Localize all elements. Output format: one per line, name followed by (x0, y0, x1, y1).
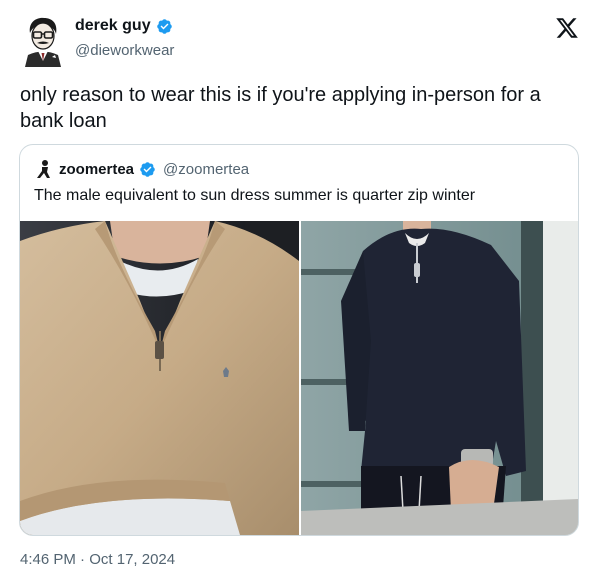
quoted-tweet[interactable]: zoomertea @zoomertea The male equivalent… (19, 144, 579, 536)
quoted-text: The male equivalent to sun dress summer … (34, 187, 476, 204)
quoted-handle[interactable]: @zoomertea (163, 161, 249, 178)
author-display-name[interactable]: derek guy (75, 17, 151, 35)
timestamp-separator: · (75, 551, 90, 568)
author-handle[interactable]: @dieworkwear (75, 42, 174, 59)
author-avatar[interactable] (22, 15, 64, 67)
quoted-media (20, 221, 578, 535)
avatar-portrait-icon (25, 17, 61, 67)
x-logo-icon[interactable] (555, 16, 579, 40)
tweet-text: only reason to wear this is if you're ap… (20, 84, 541, 132)
quoted-avatar[interactable] (34, 159, 54, 179)
verified-badge-icon (156, 18, 173, 35)
tweet-time: 4:46 PM (20, 551, 76, 568)
tweet-date: Oct 17, 2024 (89, 551, 176, 568)
silhouette-icon (37, 160, 50, 178)
quoted-display-name[interactable]: zoomertea (59, 161, 134, 178)
photo-navy-quarter-zip[interactable] (301, 221, 578, 535)
photo-tan-quarter-zip[interactable] (20, 221, 299, 535)
tweet-timestamp[interactable]: 4:46 PM · Oct 17, 2024 (20, 551, 175, 568)
author-name-row: derek guy (75, 17, 173, 35)
tweet-card: derek guy @dieworkwear only reason to we… (0, 0, 599, 585)
verified-badge-icon (139, 161, 156, 178)
quoted-header: zoomertea @zoomertea (34, 159, 249, 179)
